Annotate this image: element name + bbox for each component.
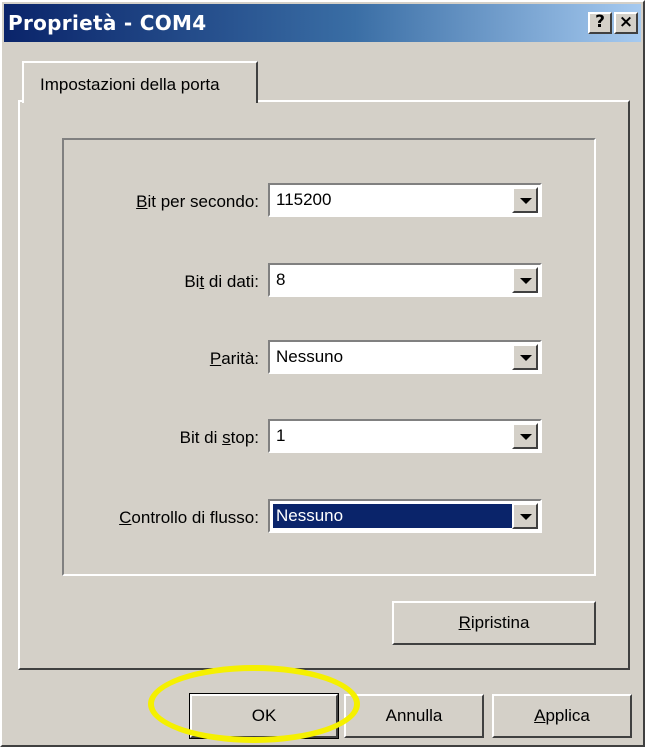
stop-bits-select[interactable]: 1 xyxy=(268,419,542,453)
apply-button[interactable]: Applica xyxy=(492,694,632,738)
cancel-button[interactable]: Annulla xyxy=(344,694,484,738)
dropdown-arrow-icon[interactable] xyxy=(512,267,538,293)
flow-control-select[interactable]: Nessuno xyxy=(268,499,542,533)
close-button[interactable]: × xyxy=(614,12,638,34)
parity-label: Parità: xyxy=(209,349,259,368)
data-bits-label: Bit di dati: xyxy=(184,272,259,291)
title-bar[interactable]: Proprietà - COM4 ? × xyxy=(4,4,641,42)
bits-per-second-value: 115200 xyxy=(276,190,332,209)
data-bits-value: 8 xyxy=(276,270,286,289)
parity-value: Nessuno xyxy=(276,347,344,366)
stop-bits-value: 1 xyxy=(276,426,286,445)
dropdown-arrow-icon[interactable] xyxy=(512,187,538,213)
tab-label: Impostazioni della porta xyxy=(40,75,220,94)
dropdown-arrow-icon[interactable] xyxy=(512,503,538,529)
flow-control-label: Controllo di flusso: xyxy=(119,508,259,527)
restore-defaults-button[interactable]: Ripristina xyxy=(392,601,596,645)
stop-bits-label: Bit di stop: xyxy=(179,428,259,447)
bits-per-second-select[interactable]: 115200 xyxy=(268,183,542,217)
window-title: Proprietà - COM4 xyxy=(8,11,207,35)
dropdown-arrow-icon[interactable] xyxy=(512,423,538,449)
tab-port-settings[interactable]: Impostazioni della porta xyxy=(22,61,258,103)
help-button[interactable]: ? xyxy=(588,12,612,34)
flow-control-value: Nessuno xyxy=(276,506,344,525)
parity-select[interactable]: Nessuno xyxy=(268,340,542,374)
bits-per-second-label: Bit per secondo: xyxy=(136,192,259,211)
ok-button[interactable]: OK xyxy=(189,693,339,739)
data-bits-select[interactable]: 8 xyxy=(268,263,542,297)
dropdown-arrow-icon[interactable] xyxy=(512,344,538,370)
